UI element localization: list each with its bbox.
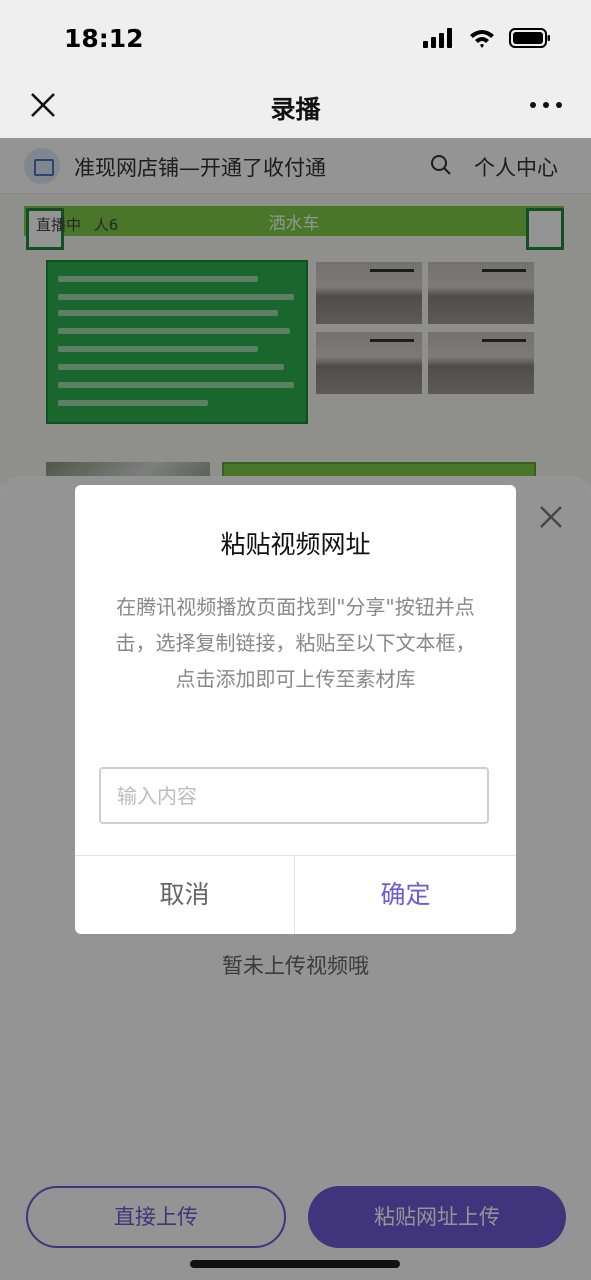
more-icon[interactable] (529, 90, 563, 120)
dialog-description: 在腾讯视频播放页面找到"分享"按钮并点击，选择复制链接，粘贴至以下文本框，点击添… (115, 595, 476, 691)
wifi-icon (470, 30, 494, 48)
paste-url-dialog: 粘贴视频网址 在腾讯视频播放页面找到"分享"按钮并点击，选择复制链接，粘贴至以下… (75, 485, 516, 934)
video-url-input[interactable] (99, 767, 489, 824)
nav-bar: 录播 (0, 76, 591, 138)
status-time: 18:12 (64, 24, 144, 53)
cancel-button[interactable]: 取消 (75, 856, 294, 934)
battery-icon (509, 28, 550, 48)
dialog-title: 粘贴视频网址 (220, 530, 371, 559)
cellular-signal-icon (423, 28, 452, 48)
confirm-button[interactable]: 确定 (295, 856, 516, 934)
home-indicator (190, 1260, 400, 1268)
status-bar: 18:12 (0, 0, 591, 76)
status-icons (423, 28, 551, 48)
page-title: 录播 (270, 95, 321, 124)
